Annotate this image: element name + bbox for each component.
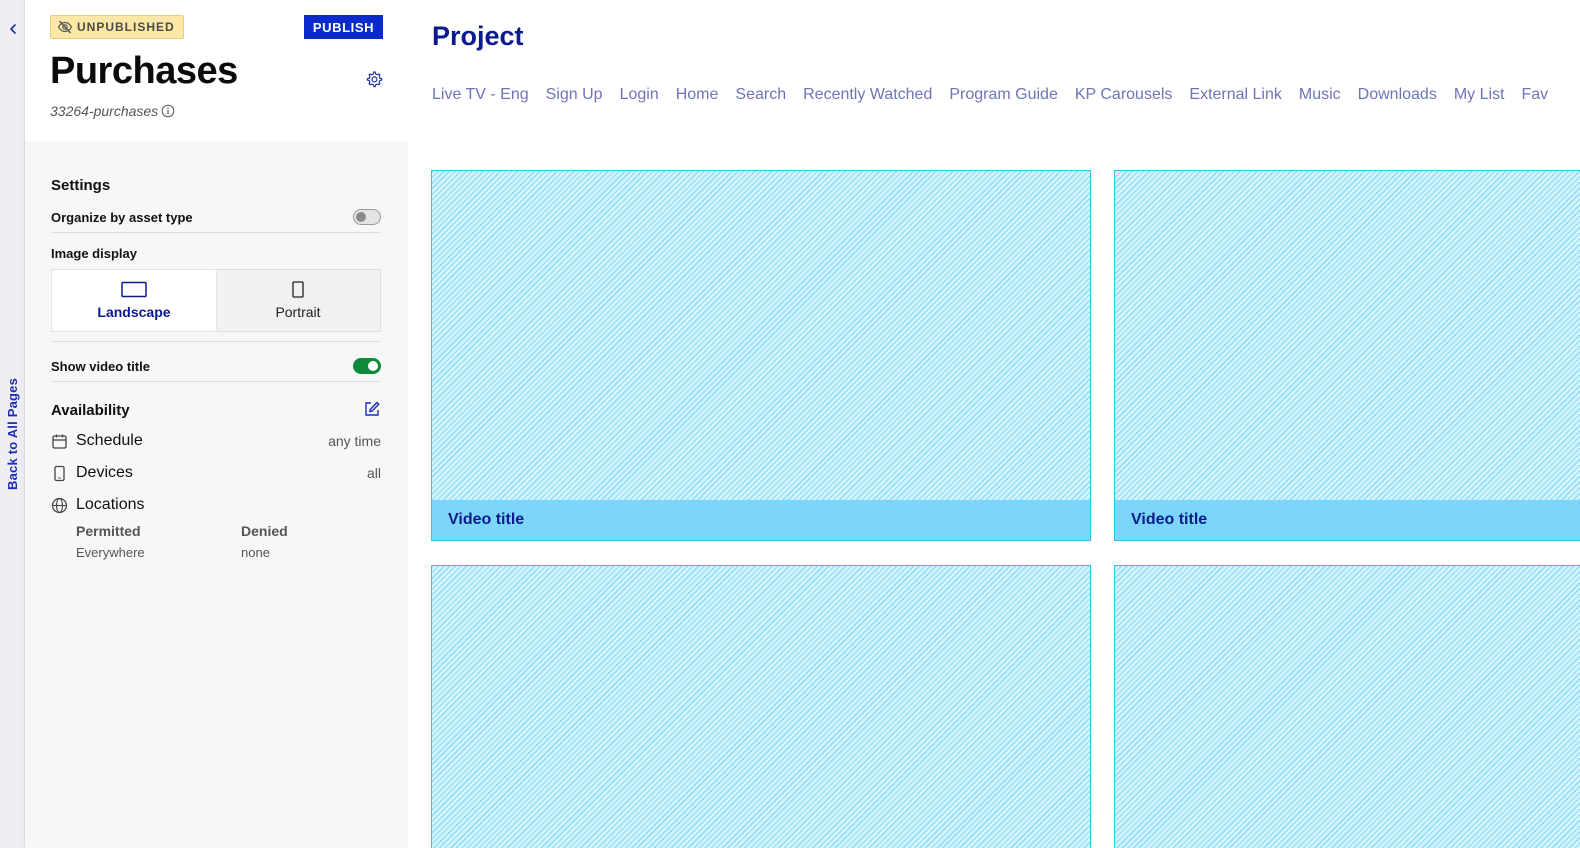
app-root: Back to All Pages UNPUBLISHED PUBLISH Pu… (0, 0, 1580, 848)
page-preview: Project Live TV - Eng Sign Up Login Home… (408, 0, 1580, 848)
denied-header: Denied (241, 523, 288, 539)
devices-label: Devices (76, 464, 133, 481)
video-title-caption: Video title (432, 500, 1090, 540)
video-title-caption: Video title (1115, 500, 1580, 540)
nav-item-program-guide[interactable]: Program Guide (949, 86, 1058, 104)
show-video-title-toggle[interactable] (353, 358, 381, 374)
landscape-label: Landscape (97, 304, 171, 320)
availability-heading: Availability (51, 402, 130, 419)
page-settings-panel: UNPUBLISHED PUBLISH Purchases 33264-purc… (25, 0, 408, 848)
settings-heading: Settings (51, 177, 111, 194)
info-icon[interactable] (161, 104, 175, 118)
nav-item-external-link[interactable]: External Link (1189, 86, 1282, 104)
page-slug: 33264-purchases (50, 103, 175, 119)
devices-value: all (366, 465, 381, 481)
portrait-option[interactable]: Portrait (216, 270, 380, 331)
back-rail[interactable]: Back to All Pages (0, 0, 25, 848)
permitted-value: Everywhere (76, 545, 145, 560)
nav-item-sign-up[interactable]: Sign Up (546, 86, 603, 104)
portrait-rect-icon (292, 281, 304, 298)
divider (51, 232, 381, 233)
eye-off-icon (57, 20, 73, 34)
edit-icon[interactable] (363, 400, 381, 418)
permitted-column: Permitted Everywhere (76, 523, 145, 560)
schedule-value: any time (328, 433, 381, 449)
nav-item-login[interactable]: Login (620, 86, 659, 104)
organize-label: Organize by asset type (51, 210, 193, 225)
permitted-header: Permitted (76, 523, 141, 539)
project-title: Project (432, 21, 524, 51)
video-tile[interactable] (431, 565, 1091, 848)
landscape-rect-icon (121, 281, 147, 298)
portrait-label: Portrait (275, 304, 321, 320)
status-badge-label: UNPUBLISHED (77, 20, 175, 34)
phone-icon (54, 465, 65, 481)
nav-item-downloads[interactable]: Downloads (1358, 86, 1437, 104)
gear-icon[interactable] (365, 70, 383, 88)
toggle-knob (368, 361, 378, 371)
nav-item-my-list[interactable]: My List (1454, 86, 1505, 104)
video-tile[interactable] (1114, 565, 1580, 848)
locations-row: Locations (51, 494, 381, 516)
schedule-row: Schedule any time (51, 430, 381, 452)
organize-toggle[interactable] (353, 209, 381, 225)
chevron-left-icon[interactable] (5, 20, 21, 38)
status-badge: UNPUBLISHED (50, 15, 184, 39)
publish-button[interactable]: PUBLISH (304, 15, 383, 39)
nav-item-search[interactable]: Search (735, 86, 786, 104)
denied-value: none (241, 545, 270, 560)
divider (51, 381, 381, 382)
locations-label: Locations (76, 496, 145, 513)
video-tile[interactable]: Video title (431, 170, 1091, 541)
video-tile[interactable]: Video title (1114, 170, 1580, 541)
image-display-label: Image display (51, 246, 137, 261)
nav-item-recently-watched[interactable]: Recently Watched (803, 86, 932, 104)
globe-icon (51, 497, 68, 513)
divider (51, 341, 381, 342)
show-video-title-label: Show video title (51, 359, 150, 374)
nav-item-favorites[interactable]: Fav (1522, 86, 1549, 104)
schedule-label: Schedule (76, 432, 143, 449)
nav-item-kp-carousels[interactable]: KP Carousels (1075, 86, 1173, 104)
image-display-selector: Landscape Portrait (51, 269, 381, 332)
back-to-all-pages-link[interactable]: Back to All Pages (3, 370, 23, 490)
nav-item-home[interactable]: Home (676, 86, 719, 104)
page-title: Purchases (50, 50, 238, 92)
calendar-icon (52, 434, 67, 449)
page-slug-text: 33264-purchases (50, 103, 159, 119)
toggle-knob (356, 212, 366, 222)
panel-header: UNPUBLISHED PUBLISH Purchases 33264-purc… (25, 0, 408, 141)
denied-column: Denied none (241, 523, 288, 560)
landscape-option[interactable]: Landscape (52, 270, 216, 331)
nav-item-live-tv[interactable]: Live TV - Eng (432, 86, 529, 104)
nav-item-music[interactable]: Music (1299, 86, 1341, 104)
devices-row: Devices all (51, 462, 381, 484)
preview-nav: Live TV - Eng Sign Up Login Home Search … (432, 86, 1565, 104)
